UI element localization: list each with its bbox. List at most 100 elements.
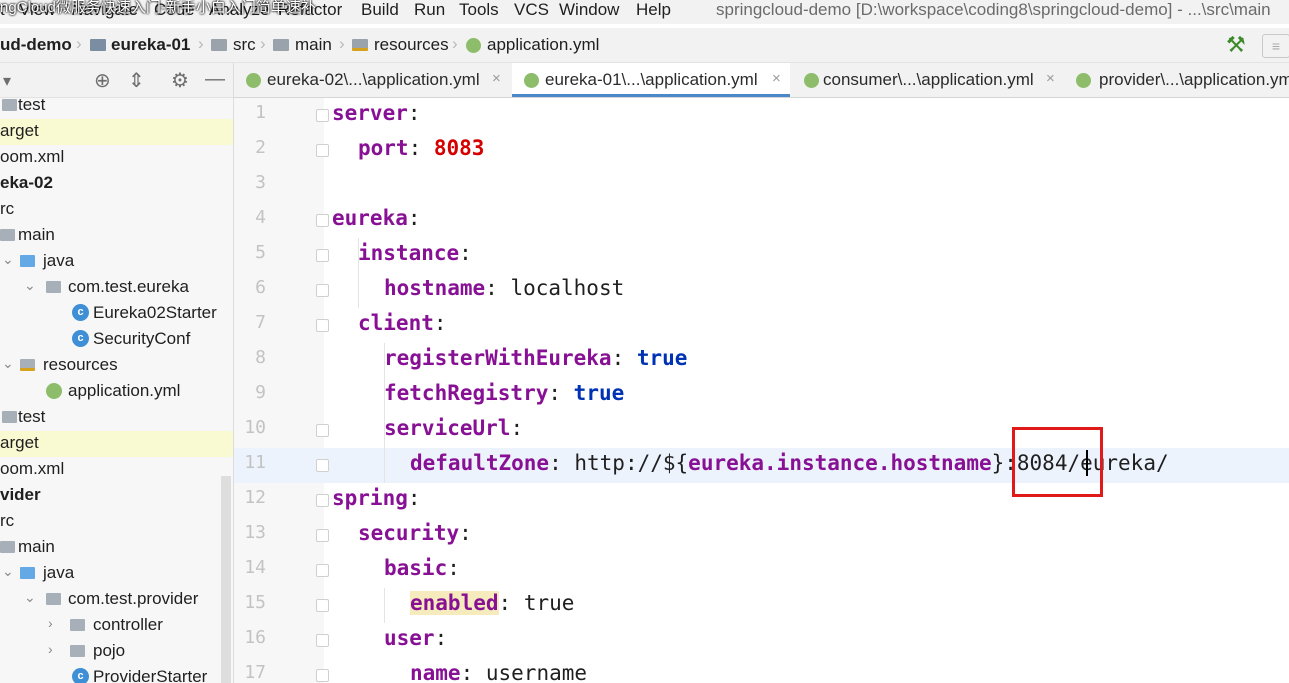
fold-marker-icon[interactable] <box>316 109 329 122</box>
menu-build[interactable]: Build <box>361 0 399 20</box>
line-number: 4 <box>255 207 266 228</box>
tree-item[interactable]: ⌄ com.test.provider <box>0 587 233 613</box>
tree-item[interactable]: c Eureka02Starter <box>0 301 233 327</box>
tree-item[interactable]: arget <box>0 431 233 457</box>
chevron-down-icon[interactable]: ⌄ <box>2 355 14 372</box>
breadcrumb-file[interactable]: application.yml <box>487 35 599 55</box>
gear-icon[interactable]: ⚙ <box>171 68 189 93</box>
tree-item[interactable]: application.yml <box>0 379 233 405</box>
code-line[interactable]: 2 port: 8083 <box>234 133 1289 168</box>
fold-marker-icon[interactable] <box>316 599 329 612</box>
fold-marker-icon[interactable] <box>316 669 329 682</box>
tree-item[interactable]: ⌄ java <box>0 249 233 275</box>
close-icon[interactable]: × <box>492 70 501 87</box>
code-line[interactable]: 8 registerWithEureka: true <box>234 343 1289 378</box>
chevron-down-icon[interactable]: ⌄ <box>24 589 36 606</box>
breadcrumb-module[interactable]: eureka-01 <box>111 35 190 55</box>
fold-marker-icon[interactable] <box>316 564 329 577</box>
chevron-right-icon[interactable]: › <box>48 641 53 657</box>
code-line[interactable]: 7 client: <box>234 308 1289 343</box>
tree-item[interactable]: c ProviderStarter <box>0 665 233 683</box>
tree-item[interactable]: oom.xml <box>0 457 233 483</box>
run-config-icon[interactable]: ≡ <box>1262 34 1289 58</box>
tree-item[interactable]: ⌄ java <box>0 561 233 587</box>
yaml-file-icon <box>804 73 819 88</box>
menu-run[interactable]: Run <box>414 0 445 20</box>
code-line[interactable]: 1 server: <box>234 98 1289 133</box>
placeholder-variable: eureka.instance.hostname <box>688 451 992 475</box>
resources-folder-icon <box>20 359 35 371</box>
menu-help[interactable]: Help <box>636 0 671 20</box>
chevron-down-icon[interactable]: ▾ <box>3 71 11 91</box>
tree-item[interactable]: arget <box>0 119 233 145</box>
fold-marker-icon[interactable] <box>316 214 329 227</box>
menu-window[interactable]: Window <box>559 0 619 20</box>
yaml-key: eureka <box>332 206 408 230</box>
fold-marker-icon[interactable] <box>316 319 329 332</box>
fold-marker-icon[interactable] <box>316 529 329 542</box>
close-icon[interactable]: × <box>772 70 781 87</box>
breadcrumb-src[interactable]: src <box>233 35 256 55</box>
chevron-right-icon: › <box>76 34 82 53</box>
chevron-down-icon[interactable]: ⌄ <box>2 563 14 580</box>
folder-icon <box>2 411 17 423</box>
chevron-down-icon[interactable]: ⌄ <box>2 251 14 268</box>
tab-eureka-02[interactable]: eureka-02\...\application.yml × <box>234 63 510 97</box>
code-line[interactable]: 12 spring: <box>234 483 1289 518</box>
code-line[interactable]: 6 hostname: localhost <box>234 273 1289 308</box>
code-line[interactable]: 16 user: <box>234 623 1289 658</box>
tree-item[interactable]: main <box>0 535 233 561</box>
minimize-icon[interactable]: — <box>205 68 225 91</box>
code-line[interactable]: 14 basic: <box>234 553 1289 588</box>
breadcrumb-project[interactable]: ud-demo <box>0 35 72 55</box>
tree-item[interactable]: ⌄ com.test.eureka <box>0 275 233 301</box>
chevron-down-icon[interactable]: ⌄ <box>24 277 36 294</box>
tree-item[interactable]: test <box>0 93 233 119</box>
fold-marker-icon[interactable] <box>316 459 329 472</box>
tree-item[interactable]: eka-02 <box>0 171 233 197</box>
code-line[interactable]: 13 security: <box>234 518 1289 553</box>
code-text: user: <box>384 626 447 650</box>
folder-icon <box>0 229 15 241</box>
code-line[interactable]: 17 name: username <box>234 658 1289 683</box>
code-line[interactable]: 3 <box>234 168 1289 203</box>
breadcrumb-main[interactable]: main <box>295 35 332 55</box>
collapse-all-icon[interactable]: ⇕ <box>128 68 145 93</box>
tree-item[interactable]: › pojo <box>0 639 233 665</box>
fold-marker-icon[interactable] <box>316 249 329 262</box>
code-line[interactable]: 10 serviceUrl: <box>234 413 1289 448</box>
tree-item[interactable]: c SecurityConf <box>0 327 233 353</box>
fold-marker-icon[interactable] <box>316 634 329 647</box>
tree-item[interactable]: main <box>0 223 233 249</box>
code-line[interactable]: 15 enabled: true <box>234 588 1289 623</box>
tree-item[interactable]: rc <box>0 197 233 223</box>
menu-vcs[interactable]: VCS <box>514 0 549 20</box>
tree-item[interactable]: ⌄ resources <box>0 353 233 379</box>
fold-marker-icon[interactable] <box>316 284 329 297</box>
yaml-separator: : <box>510 416 524 440</box>
hammer-build-icon[interactable]: ⚒ <box>1226 32 1246 58</box>
tree-item[interactable]: test <box>0 405 233 431</box>
sidebar-scrollbar[interactable] <box>221 476 231 683</box>
menu-tools[interactable]: Tools <box>459 0 499 20</box>
code-line[interactable]: 9 fetchRegistry: true <box>234 378 1289 413</box>
chevron-right-icon[interactable]: › <box>48 615 53 631</box>
code-line[interactable]: 5 instance: <box>234 238 1289 273</box>
fold-marker-icon[interactable] <box>316 144 329 157</box>
code-line[interactable]: 11 defaultZone: http://${eureka.instance.… <box>234 448 1289 483</box>
close-icon[interactable]: × <box>1046 70 1055 87</box>
tree-item[interactable]: › controller <box>0 613 233 639</box>
tab-consumer[interactable]: consumer\...\application.yml × <box>792 63 1060 97</box>
code-editor[interactable]: 1 server: 2 port: 8083 3 4 eureka: 5 instance: 6 h… <box>234 98 1289 683</box>
tree-item[interactable]: rc <box>0 509 233 535</box>
fold-marker-icon[interactable] <box>316 424 329 437</box>
breadcrumb-resources[interactable]: resources <box>374 35 449 55</box>
code-line[interactable]: 4 eureka: <box>234 203 1289 238</box>
tree-item[interactable]: oom.xml <box>0 145 233 171</box>
tree-item-label: application.yml <box>68 381 181 400</box>
locate-icon[interactable]: ⊕ <box>94 68 111 93</box>
fold-marker-icon[interactable] <box>316 494 329 507</box>
tree-item[interactable]: vider <box>0 483 233 509</box>
tab-provider[interactable]: provider\...\application.yml <box>1064 63 1289 97</box>
tab-eureka-01[interactable]: eureka-01\...\application.yml × <box>512 63 790 97</box>
